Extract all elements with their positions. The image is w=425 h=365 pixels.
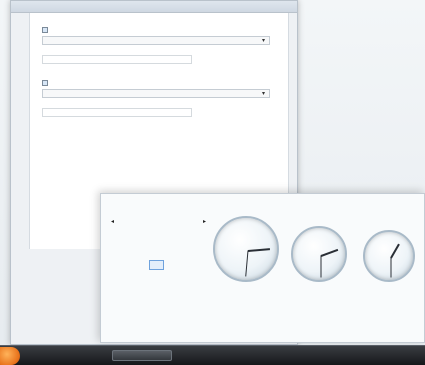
datetime-flyout: ◂ ▸	[100, 193, 425, 343]
minute-hand	[390, 257, 392, 278]
calendar-day[interactable]	[176, 245, 189, 253]
calendar-day[interactable]	[150, 245, 163, 253]
calendar-day[interactable]	[137, 269, 150, 277]
calendar-day[interactable]	[150, 277, 163, 285]
show-clock-1-checkbox[interactable]	[42, 27, 48, 33]
minute-hand	[320, 255, 322, 278]
calendar-day[interactable]	[124, 245, 137, 253]
weekday-header	[176, 229, 189, 237]
calendar-day[interactable]	[124, 261, 137, 269]
calendar-day[interactable]	[163, 269, 176, 277]
calendar-day[interactable]	[189, 253, 202, 261]
calendar-day[interactable]	[189, 261, 202, 269]
calendar-day[interactable]	[189, 237, 202, 245]
hour-hand	[247, 248, 271, 252]
calendar-day[interactable]	[176, 269, 189, 277]
hour-hand	[390, 243, 400, 259]
calendar-day[interactable]	[189, 245, 202, 253]
calendar-day[interactable]	[189, 269, 202, 277]
calendar-day[interactable]	[163, 253, 176, 261]
additional-clock-1: ▾	[42, 27, 280, 64]
weekday-header	[189, 229, 202, 237]
calendar-day[interactable]	[137, 261, 150, 269]
calendar-grid	[111, 229, 206, 285]
window-title	[11, 1, 297, 13]
calendar-day[interactable]	[137, 237, 150, 245]
next-month-icon[interactable]: ▸	[203, 218, 206, 225]
calendar-day[interactable]	[149, 260, 164, 270]
calendar-day[interactable]	[163, 261, 176, 269]
display-name-2-input[interactable]	[42, 108, 192, 117]
hour-hand	[320, 248, 339, 257]
calendar-day[interactable]	[124, 277, 137, 285]
calendar-day[interactable]	[176, 277, 189, 285]
additional-clock-2: ▾	[42, 80, 280, 117]
taskbar-item-2[interactable]	[112, 350, 172, 361]
calendar-day[interactable]	[150, 237, 163, 245]
weekday-header	[111, 229, 124, 237]
weekday-header	[137, 229, 150, 237]
clock-2-face	[291, 226, 347, 282]
windows-orb-icon[interactable]	[0, 347, 20, 365]
calendar-day[interactable]	[111, 277, 124, 285]
calendar-day[interactable]	[176, 253, 189, 261]
calendar-day[interactable]	[111, 253, 124, 261]
chevron-down-icon: ▾	[261, 37, 265, 44]
calendar-day[interactable]	[150, 253, 163, 261]
minute-hand	[245, 250, 249, 277]
calendar-day[interactable]	[111, 269, 124, 277]
calendar-day[interactable]	[137, 245, 150, 253]
weekday-header	[124, 229, 137, 237]
timezone-2-select[interactable]: ▾	[42, 89, 270, 98]
calendar-day[interactable]	[163, 237, 176, 245]
calendar-day[interactable]	[111, 245, 124, 253]
show-clock-2-row[interactable]	[42, 80, 280, 86]
weekday-header	[163, 229, 176, 237]
calendar-day[interactable]	[124, 269, 137, 277]
calendar-day[interactable]	[189, 277, 202, 285]
calendar-day[interactable]	[176, 261, 189, 269]
local-clock-face	[213, 216, 279, 282]
clock-3-face	[363, 230, 415, 282]
taskbar-item-1[interactable]	[26, 350, 104, 361]
show-clock-2-checkbox[interactable]	[42, 80, 48, 86]
calendar-day[interactable]	[176, 237, 189, 245]
show-clock-1-row[interactable]	[42, 27, 280, 33]
calendar: ◂ ▸	[111, 218, 206, 285]
calendar-header: ◂ ▸	[111, 218, 206, 225]
calendar-day[interactable]	[163, 277, 176, 285]
timezone-1-select[interactable]: ▾	[42, 36, 270, 45]
calendar-day[interactable]	[163, 245, 176, 253]
calendar-day[interactable]	[137, 277, 150, 285]
calendar-day[interactable]	[124, 253, 137, 261]
prev-month-icon[interactable]: ◂	[111, 218, 114, 225]
chevron-down-icon: ▾	[261, 90, 265, 97]
calendar-day[interactable]	[111, 261, 124, 269]
calendar-day[interactable]	[150, 269, 163, 277]
calendar-day[interactable]	[124, 237, 137, 245]
calendar-day[interactable]	[137, 253, 150, 261]
calendar-day[interactable]	[111, 237, 124, 245]
weekday-header	[150, 229, 163, 237]
display-name-1-input[interactable]	[42, 55, 192, 64]
